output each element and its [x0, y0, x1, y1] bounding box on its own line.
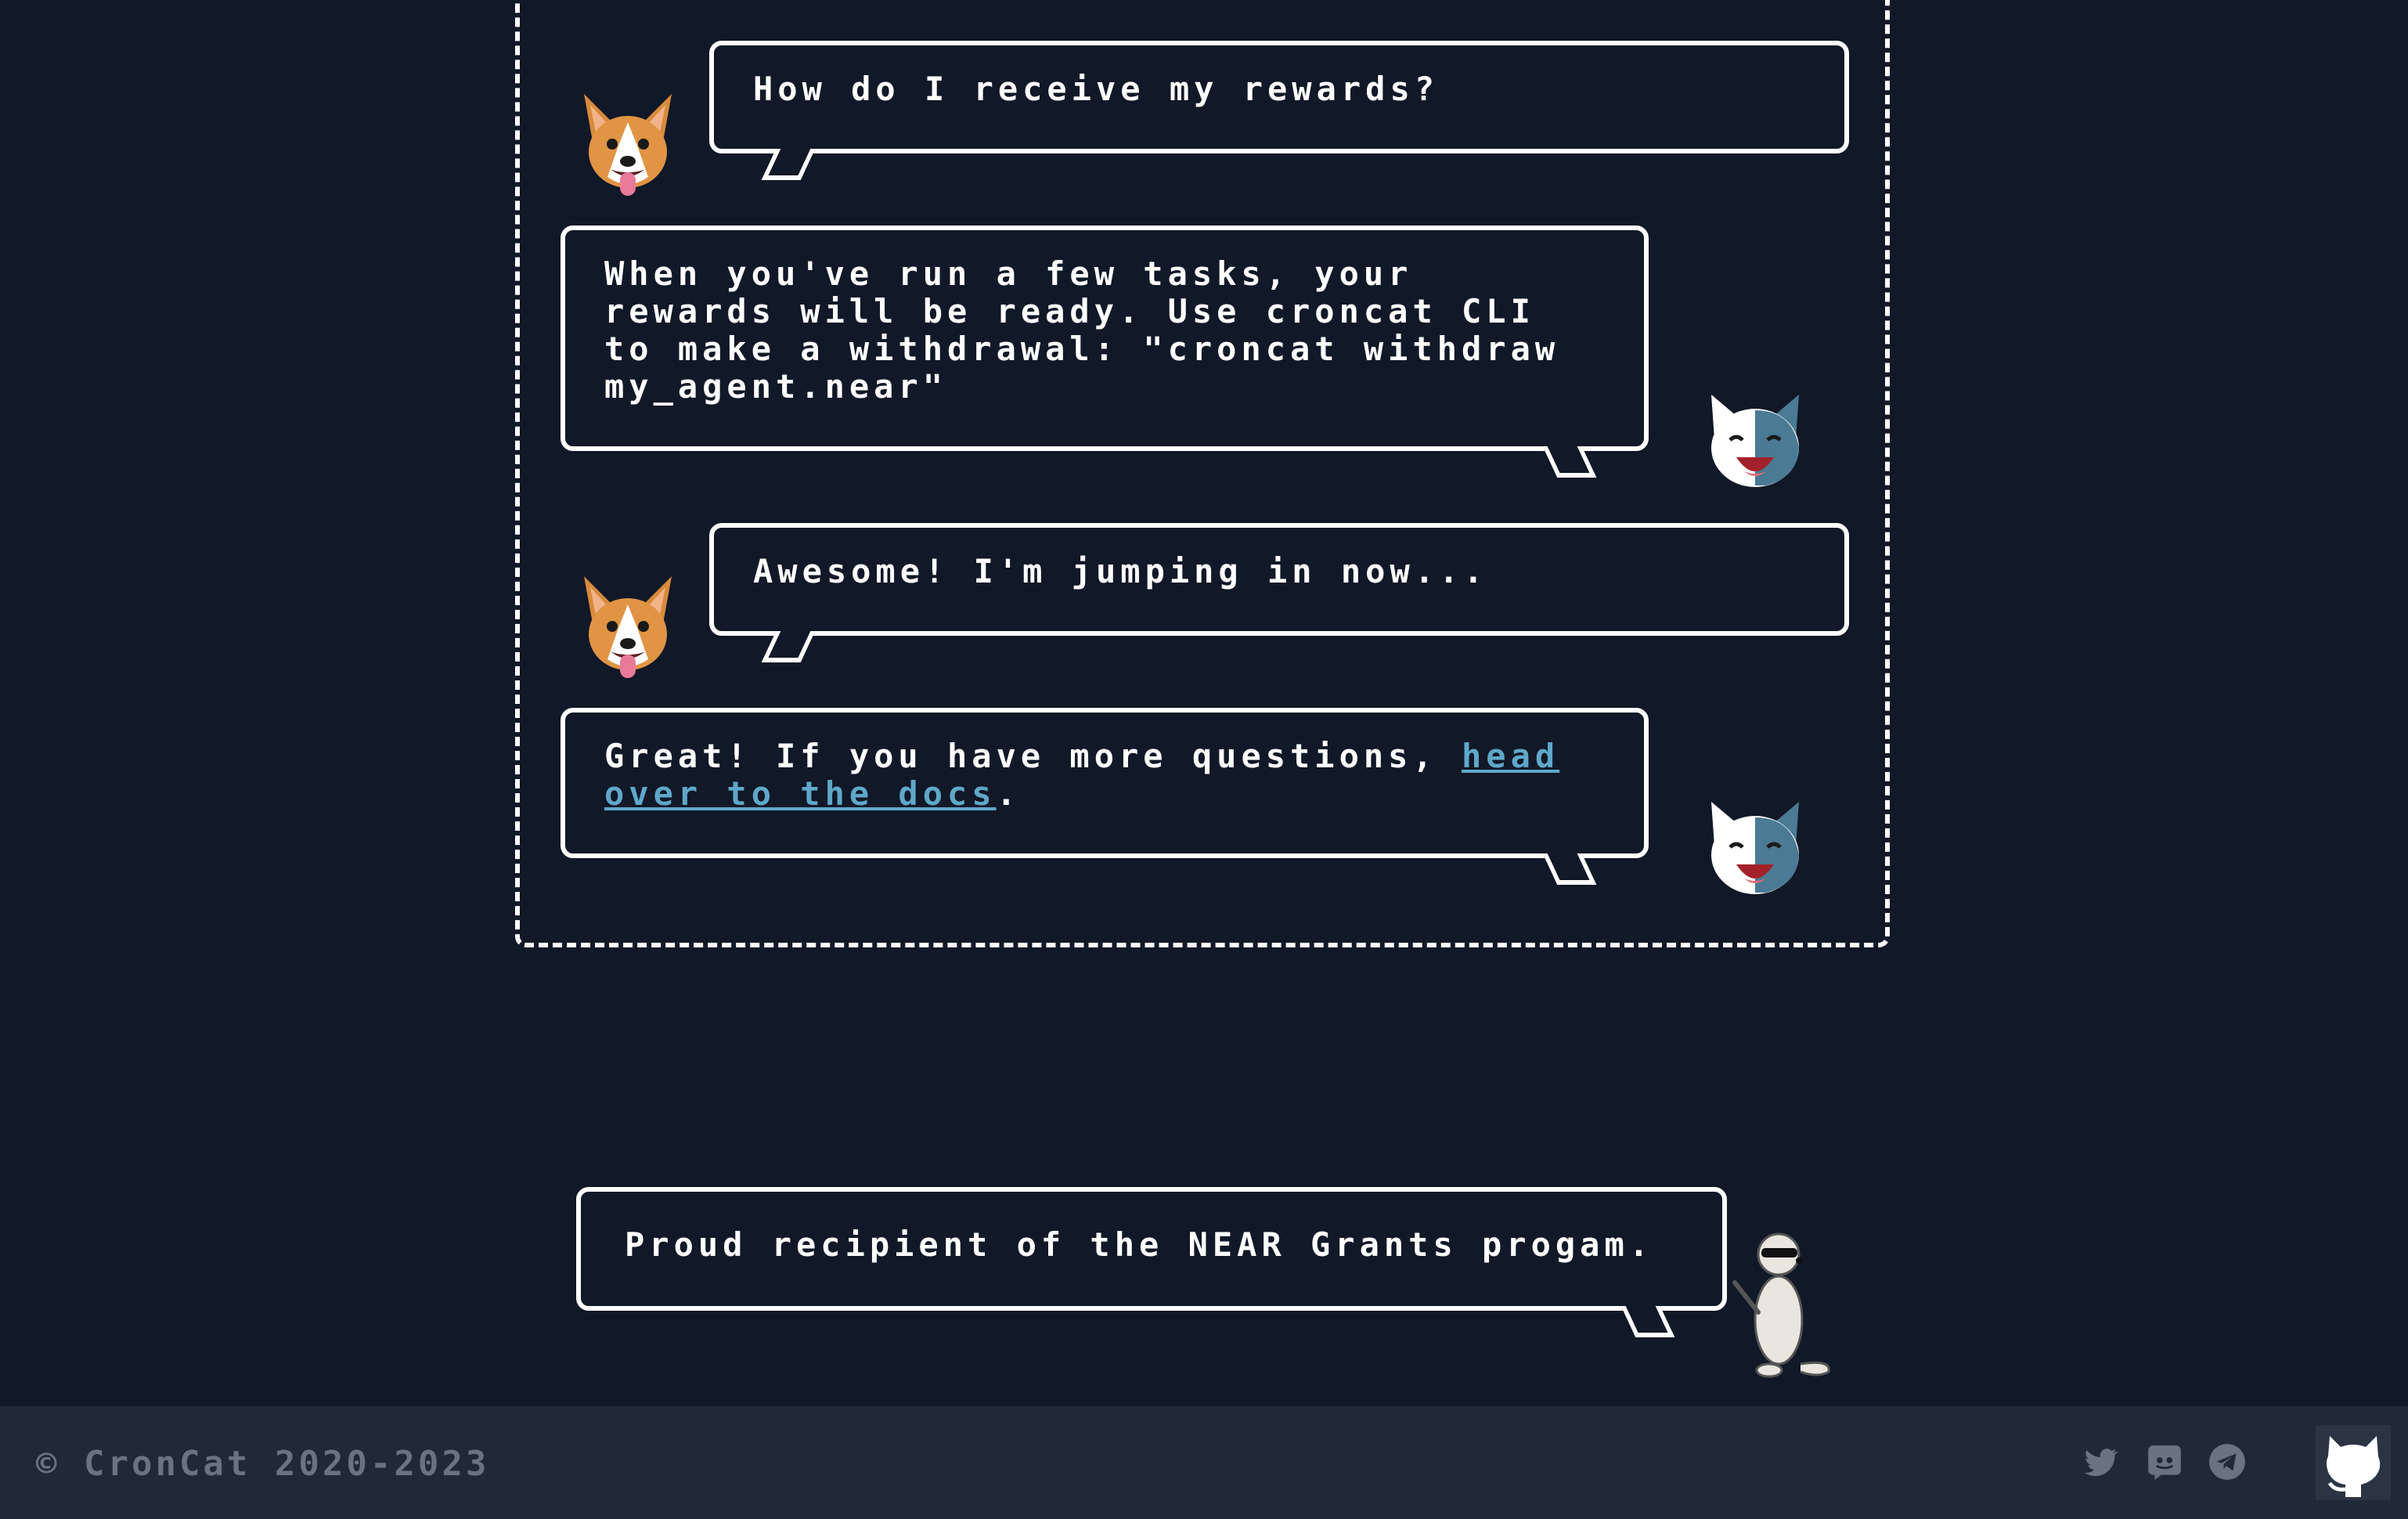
- cat-message-bubble: Great! If you have more questions, head …: [561, 708, 1649, 885]
- cat-message-text: Great! If you have more questions,: [604, 737, 1462, 775]
- dog-avatar: [576, 91, 680, 199]
- dog-message-text: How do I receive my rewards?: [753, 70, 1440, 108]
- grant-bubble: Proud recipient of the NEAR Grants proga…: [576, 1187, 1727, 1337]
- github-icon[interactable]: [2316, 1425, 2391, 1500]
- copyright-text: © CronCat 2020-2023: [36, 1444, 490, 1484]
- dog-message-bubble: How do I receive my rewards?: [709, 41, 1849, 180]
- discord-icon[interactable]: [2145, 1442, 2184, 1481]
- cat-message-text: When you've run a few tasks, your reward…: [604, 254, 1560, 406]
- dog-message-text: Awesome! I'm jumping in now...: [753, 552, 1488, 590]
- cat-message-text-end: .: [996, 774, 1021, 813]
- twitter-icon[interactable]: [2081, 1442, 2120, 1481]
- footer: © CronCat 2020-2023: [0, 1406, 2408, 1519]
- telegram-icon[interactable]: [2208, 1442, 2247, 1481]
- cat-avatar: [1707, 799, 1804, 899]
- dog-message-bubble: Awesome! I'm jumping in now...: [709, 523, 1849, 662]
- cat-avatar: [1707, 391, 1804, 492]
- dog-avatar: [576, 573, 680, 681]
- cat-message-bubble: When you've run a few tasks, your reward…: [561, 226, 1649, 478]
- meerkat-mascot: [1730, 1226, 1840, 1380]
- grant-text: Proud recipient of the NEAR Grants proga…: [625, 1225, 1654, 1264]
